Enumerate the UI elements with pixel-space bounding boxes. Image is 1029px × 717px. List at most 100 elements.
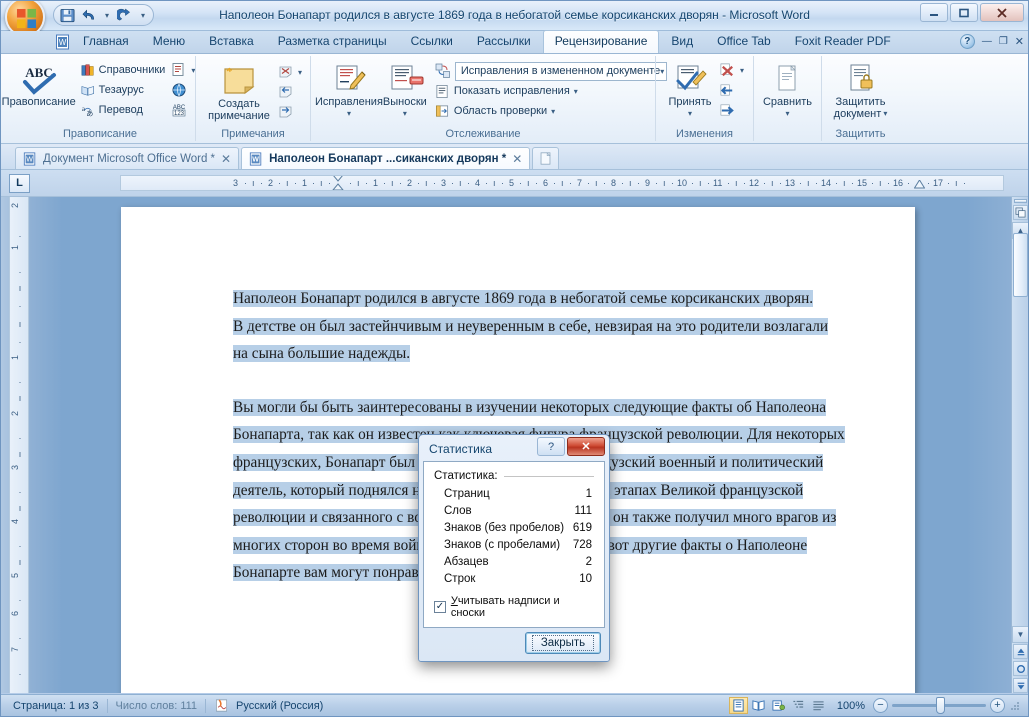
zoom-slider-track[interactable]	[892, 697, 986, 714]
stat-label-pages: Страниц	[444, 488, 490, 500]
undo-dropdown-button[interactable]: ▾	[102, 6, 112, 24]
ribbon-tab-menu[interactable]: Меню	[141, 30, 197, 53]
new-document-tab-button[interactable]	[532, 147, 560, 169]
close-window-button[interactable]	[980, 3, 1024, 22]
zoom-slider-control[interactable]: 100% − +	[833, 697, 1005, 714]
reject-button[interactable]: ▾	[717, 60, 746, 80]
print-layout-view-button[interactable]	[728, 697, 748, 714]
compare-button[interactable]: Сравнить ▾	[759, 60, 817, 120]
close-document-button[interactable]: ✕	[1015, 35, 1024, 48]
include-textboxes-checkbox-row[interactable]: ✓ Учитывать надписи и сноски	[434, 595, 594, 619]
ribbon-tab-page-layout[interactable]: Разметка страницы	[266, 30, 399, 53]
vertical-ruler[interactable]: 2 · 1 · ı · ı · 1 · ı 2 · ı 3 · ı 4 · ı 5 · 6 ·…	[9, 197, 29, 693]
include-textboxes-label-rest: читывать надписи и сноски	[450, 595, 560, 619]
minimize-button[interactable]	[920, 3, 948, 22]
status-word-count[interactable]: Число слов: 111	[108, 700, 206, 712]
vertical-scrollbar[interactable]: ▲ ▼	[1011, 197, 1028, 693]
delete-comment-button[interactable]: ▾	[276, 62, 304, 82]
reviewing-pane-button[interactable]: Область проверки ▾	[433, 101, 669, 121]
set-language-button[interactable]	[169, 80, 197, 100]
translation-screentip-button[interactable]: ▾	[169, 60, 197, 80]
thesaurus-button[interactable]: Тезаурус	[79, 80, 168, 100]
customize-qat-button[interactable]: ▾	[137, 6, 149, 24]
outline-view-button[interactable]	[789, 697, 808, 714]
next-page-button[interactable]	[1013, 678, 1028, 693]
stat-value-chars-no-spaces: 619	[572, 522, 592, 534]
web-layout-view-button[interactable]	[769, 697, 788, 714]
ribbon-tab-office-tab[interactable]: Office Tab	[705, 30, 783, 53]
right-indent-marker-icon[interactable]	[914, 180, 925, 190]
new-comment-button[interactable]: Создать примечание	[202, 62, 276, 122]
reject-change-icon	[720, 63, 733, 76]
split-window-handle[interactable]	[1014, 199, 1027, 203]
restore-document-button[interactable]: ❐	[999, 36, 1008, 47]
next-change-button[interactable]	[717, 100, 746, 120]
view-buttons	[728, 697, 828, 714]
undo-button[interactable]	[80, 6, 99, 24]
chevron-down-icon: ▾	[573, 86, 578, 96]
status-page-number[interactable]: Страница: 1 из 3	[5, 700, 107, 712]
ribbon-tab-view[interactable]: Вид	[659, 30, 705, 53]
minimize-ribbon-button[interactable]: —	[982, 36, 992, 47]
track-changes-button[interactable]: Исправления ▾	[315, 60, 383, 120]
translate-button[interactable]: a あ Перевод	[79, 100, 168, 120]
indent-markers-icon[interactable]	[332, 175, 344, 191]
balloons-button[interactable]: Выноски ▾	[383, 60, 427, 120]
previous-page-button[interactable]	[1013, 644, 1028, 659]
dialog-close-action-button[interactable]: Закрыть	[525, 632, 601, 654]
protect-document-button[interactable]: Защитить документ ▾	[826, 60, 896, 120]
ribbon-right-controls: ? — ❐ ✕	[959, 34, 1024, 49]
select-browse-object-button[interactable]	[1013, 205, 1028, 220]
save-button[interactable]	[58, 6, 77, 24]
next-comment-button[interactable]	[276, 102, 304, 122]
ribbon-tab-foxit-reader-pdf[interactable]: Foxit Reader PDF	[783, 30, 903, 53]
ruler-mark-10: 10	[677, 178, 688, 188]
select-browse-object-dot-button[interactable]	[1013, 661, 1028, 676]
zoom-slider-handle[interactable]	[936, 697, 945, 714]
ribbon-tab-mailings[interactable]: Рассылки	[465, 30, 543, 53]
accept-button[interactable]: Принять ▾	[663, 60, 717, 120]
display-for-review-dropdown[interactable]: Исправления в измененном документе ▾	[433, 61, 669, 81]
paragraph-1-line-2: В детстве он был застейнчивым и неуверен…	[233, 317, 829, 335]
ribbon-tab-home[interactable]: Главная	[71, 30, 141, 53]
zoom-in-button[interactable]: +	[990, 698, 1005, 713]
chevron-down-icon: ▾	[297, 67, 302, 77]
close-tab-icon[interactable]: ✕	[221, 152, 231, 166]
compare-label: Сравнить	[762, 96, 812, 108]
scrollbar-thumb[interactable]	[1013, 233, 1028, 297]
chevron-down-icon: ▾	[739, 65, 744, 75]
browse-circle-icon	[1016, 664, 1025, 673]
new-document-icon	[540, 152, 551, 165]
research-button[interactable]: Справочники	[79, 60, 168, 80]
full-screen-reading-view-button[interactable]	[749, 697, 768, 714]
draft-view-button[interactable]	[809, 697, 828, 714]
zoom-out-button[interactable]: −	[873, 698, 888, 713]
previous-comment-button[interactable]	[276, 82, 304, 102]
ribbon-tab-review[interactable]: Рецензирование	[542, 30, 660, 53]
status-language[interactable]: Русский (Россия)	[206, 698, 331, 713]
dialog-close-button[interactable]: ✕	[567, 437, 605, 456]
maximize-button[interactable]	[950, 3, 978, 22]
dialog-help-button[interactable]: ?	[537, 437, 565, 456]
zoom-level-label[interactable]: 100%	[833, 700, 869, 712]
spelling-grammar-button[interactable]: ABC Правописание	[2, 60, 76, 108]
accept-change-icon	[671, 62, 709, 96]
show-markup-button[interactable]: Показать исправления ▾	[433, 81, 669, 101]
resize-grip-icon[interactable]	[1010, 701, 1020, 711]
document-tab-1[interactable]: W Документ Microsoft Office Word * ✕	[15, 147, 240, 169]
ruler-mark-9: 9	[645, 178, 651, 188]
tab-selector-button[interactable]: L	[9, 173, 30, 193]
previous-change-button[interactable]	[717, 80, 746, 100]
scroll-down-button[interactable]: ▼	[1012, 626, 1028, 643]
ribbon-tab-references[interactable]: Ссылки	[399, 30, 465, 53]
redo-button[interactable]	[115, 6, 134, 24]
word-count-dialog[interactable]: Статистика ? ✕ Статистика: Страниц 1 Сло…	[418, 434, 610, 662]
display-for-review-combo[interactable]: Исправления в измененном документе ▾	[454, 61, 667, 81]
document-tab-2[interactable]: W Наполеон Бонапарт ...сиканских дворян …	[241, 147, 531, 169]
word-count-button[interactable]: ABC 123	[169, 100, 197, 120]
include-textboxes-checkbox[interactable]: ✓	[434, 601, 446, 613]
help-button[interactable]: ?	[959, 34, 975, 49]
close-tab-icon[interactable]: ✕	[512, 152, 522, 166]
horizontal-ruler[interactable]: 3 · ı · 2 · ı · 1 · ı · · ı · 1 · ı · 2 · ı · 3 · ı · …	[120, 175, 1004, 191]
ribbon-tab-insert[interactable]: Вставка	[197, 30, 266, 53]
